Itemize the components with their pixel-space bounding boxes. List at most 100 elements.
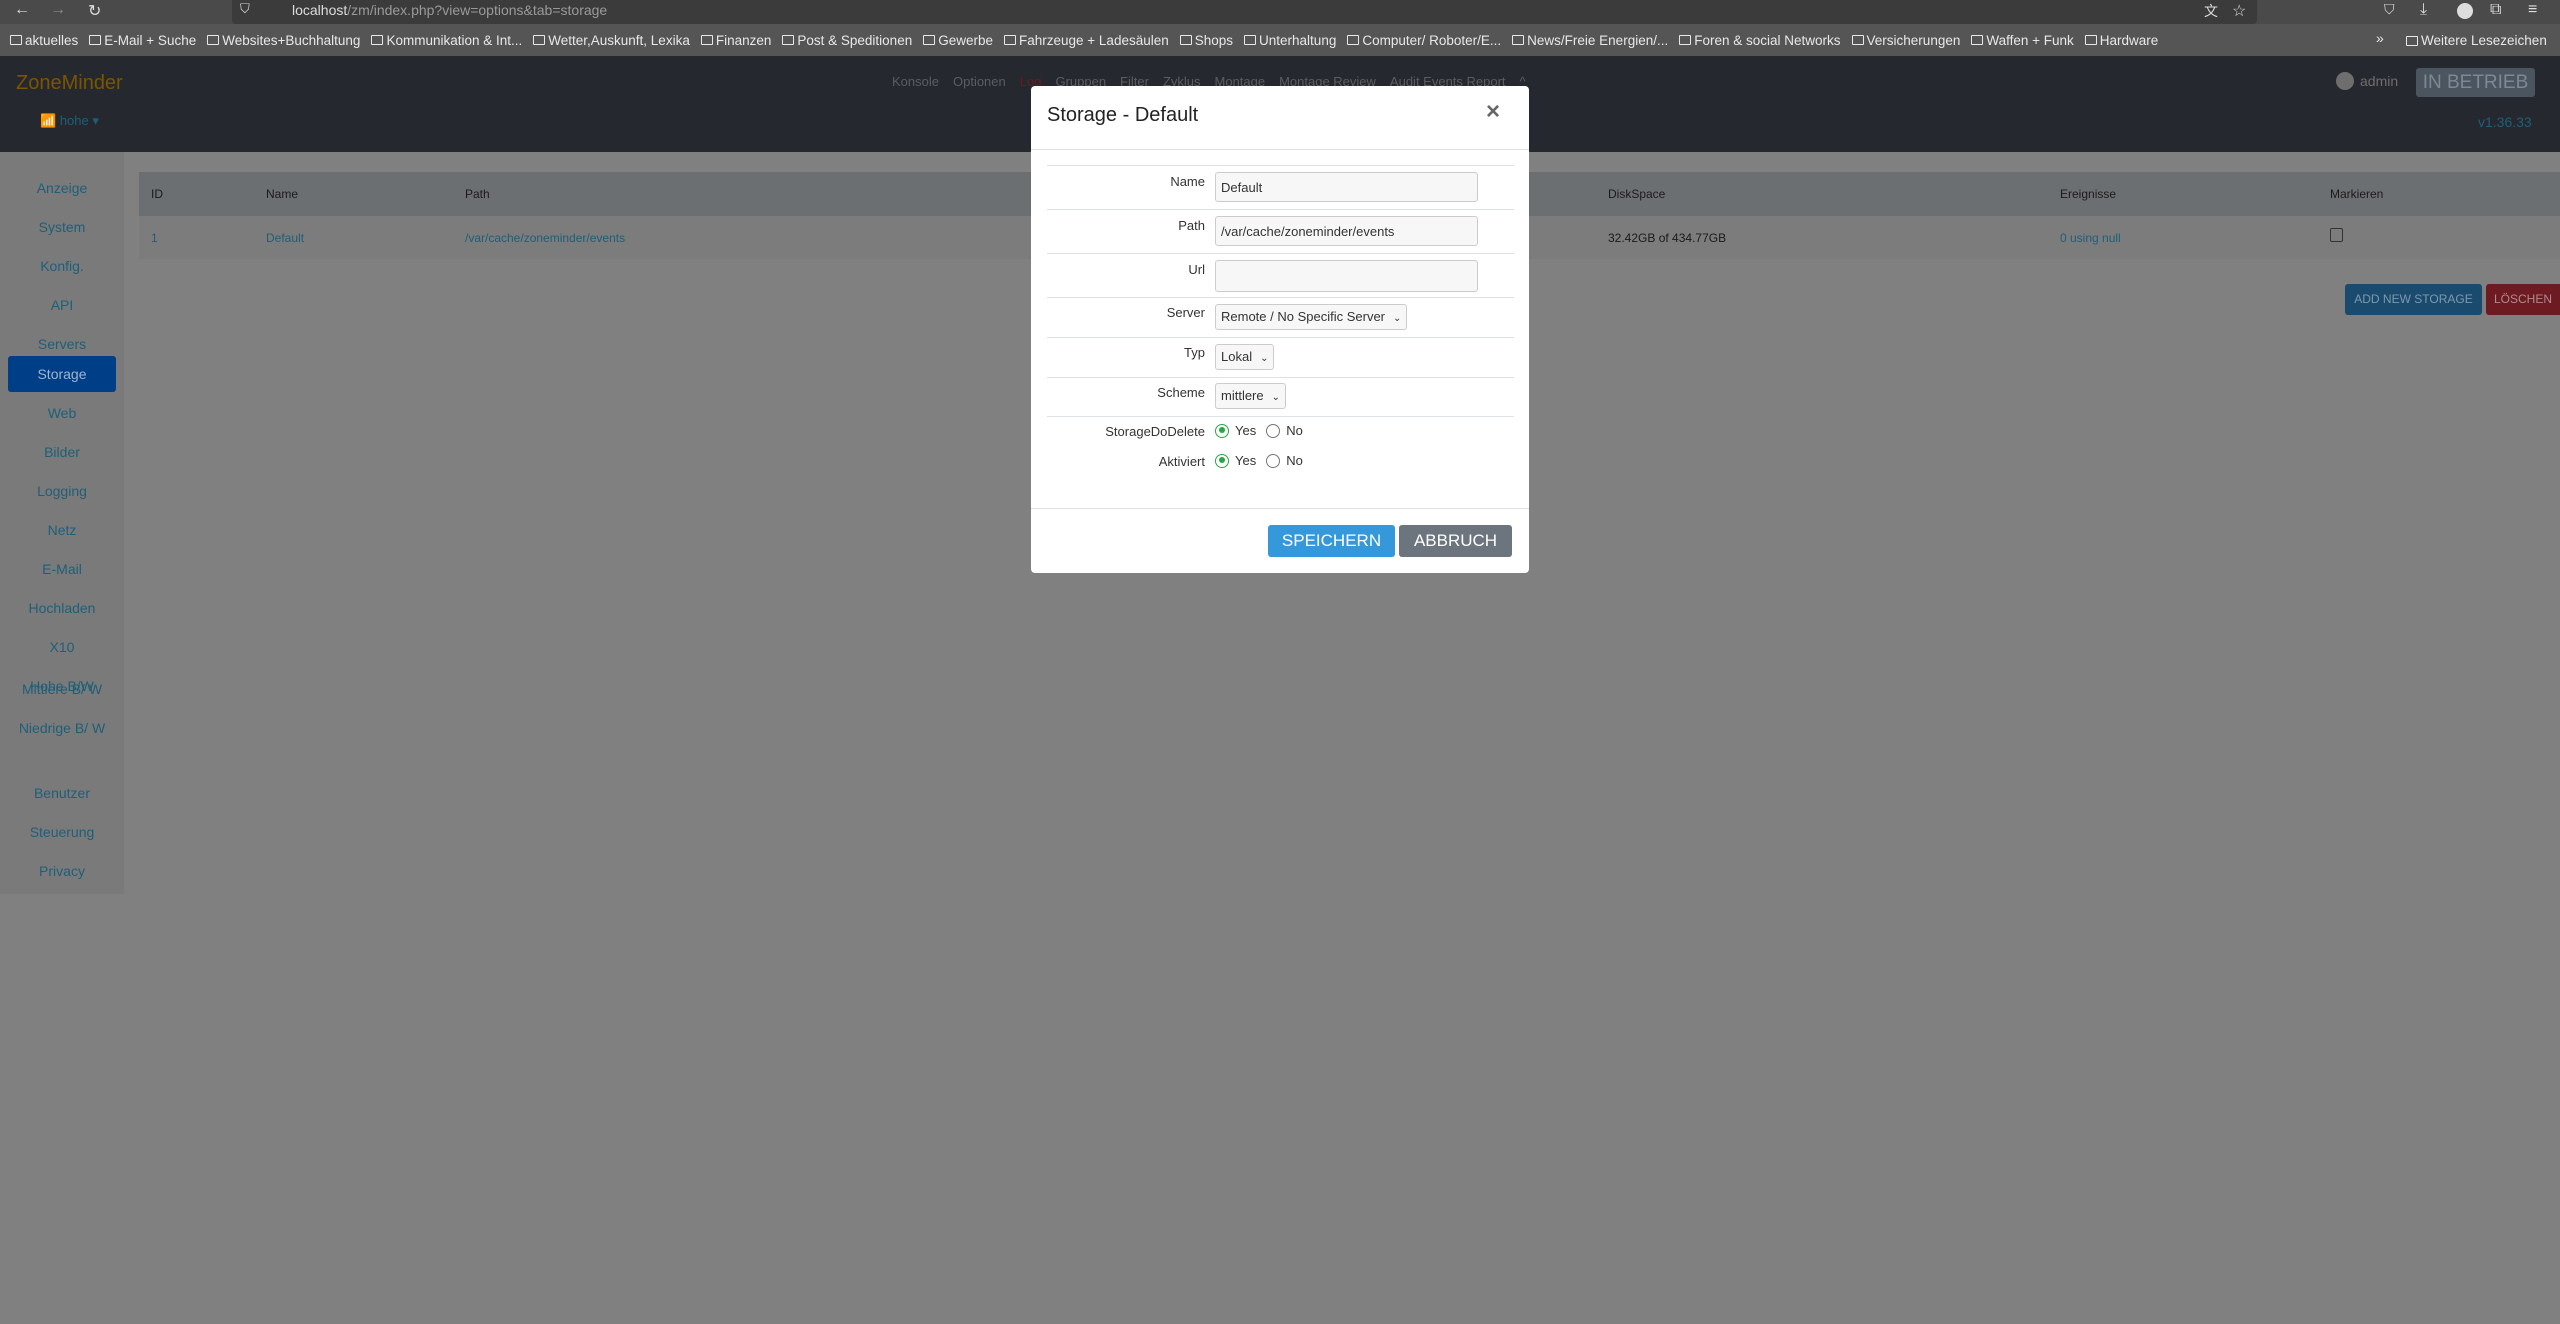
url-bar[interactable]: localhost/zm/index.php?view=options&tab=… bbox=[232, 0, 2257, 24]
divider bbox=[1031, 508, 1529, 509]
col-diskspace[interactable]: DiskSpace bbox=[1608, 187, 1665, 201]
sidebar-item-benutzer[interactable]: Benutzer bbox=[8, 775, 116, 811]
sidebar-item-mittlere-b-w[interactable]: Mittlere B/ W bbox=[8, 678, 116, 718]
divider bbox=[1047, 297, 1514, 298]
sidebar-item-netz[interactable]: Netz bbox=[8, 512, 116, 548]
account-icon[interactable] bbox=[2457, 3, 2473, 19]
sidebar-item-e-mail[interactable]: E-Mail bbox=[8, 551, 116, 587]
cancel-button[interactable]: ABBRUCH bbox=[1399, 525, 1512, 557]
sidebar-item-steuerung[interactable]: Steuerung bbox=[8, 814, 116, 850]
bookmark-item[interactable]: Versicherungen bbox=[1851, 33, 1960, 48]
sidebar-item-storage[interactable]: Storage bbox=[8, 356, 116, 392]
folder-icon bbox=[923, 35, 936, 45]
download-icon[interactable]: ⤓ bbox=[2420, 1, 2427, 19]
sidebar-item-logging[interactable]: Logging bbox=[8, 473, 116, 509]
enabled-yes-radio[interactable] bbox=[1215, 453, 1229, 468]
bookmark-item[interactable]: Fahrzeuge + Ladesäulen bbox=[1004, 33, 1169, 48]
path-label: Path bbox=[1178, 218, 1205, 233]
user-menu[interactable]: admin bbox=[2336, 72, 2398, 90]
sidebar-item-privacy[interactable]: Privacy bbox=[8, 853, 116, 889]
cell-events[interactable]: 0 using null bbox=[2060, 231, 2121, 245]
bookmark-item[interactable]: Kommunikation & Int... bbox=[371, 33, 522, 48]
bookmark-item[interactable]: Waffen + Funk bbox=[1971, 33, 2074, 48]
type-select[interactable]: Lokal ⌄ bbox=[1215, 344, 1275, 370]
forward-icon[interactable]: → bbox=[50, 1, 66, 19]
enabled-radios: Yes No bbox=[1215, 453, 1303, 468]
bookmark-item[interactable]: Unterhaltung bbox=[1244, 33, 1336, 48]
version-link[interactable]: v1.36.33 bbox=[2478, 114, 2532, 130]
col-path[interactable]: Path bbox=[465, 187, 490, 201]
bookmark-item[interactable]: Gewerbe bbox=[923, 33, 993, 48]
server-label: Server bbox=[1166, 305, 1205, 320]
user-icon bbox=[2336, 72, 2354, 90]
sidebar-item-anzeige[interactable]: Anzeige bbox=[8, 170, 116, 206]
shield-icon[interactable]: ⛉ bbox=[240, 1, 250, 17]
divider bbox=[1047, 416, 1514, 417]
bookmark-label: Wetter,Auskunft, Lexika bbox=[548, 32, 690, 48]
cell-id[interactable]: 1 bbox=[151, 231, 158, 245]
bookmark-item[interactable]: Hardware bbox=[2084, 33, 2158, 48]
scheme-label: Scheme bbox=[1157, 385, 1205, 400]
delete-button[interactable]: LÖSCHEN bbox=[2486, 284, 2560, 315]
sidebar-item-x10[interactable]: X10 bbox=[8, 629, 116, 665]
bookmark-item[interactable]: aktuelles bbox=[10, 33, 78, 48]
server-select[interactable]: Remote / No Specific Server ⌄ bbox=[1215, 304, 1408, 330]
bookmark-more[interactable]: Weitere Lesezeichen bbox=[2406, 33, 2547, 48]
save-button[interactable]: SPEICHERN bbox=[1268, 525, 1395, 557]
bookmark-item[interactable]: Websites+Buchhaltung bbox=[207, 33, 360, 48]
url-label: Url bbox=[1188, 262, 1205, 277]
bookmark-item[interactable]: Shops bbox=[1179, 33, 1233, 48]
add-new-storage-button[interactable]: ADD NEW STORAGE bbox=[2345, 284, 2482, 315]
folder-icon bbox=[1679, 35, 1692, 45]
do-delete-yes-radio[interactable] bbox=[1215, 423, 1229, 438]
do-delete-no-radio[interactable] bbox=[1266, 423, 1281, 438]
star-icon[interactable]: ☆ bbox=[2232, 1, 2246, 21]
path-input[interactable] bbox=[1215, 216, 1478, 246]
bookmark-label: Finanzen bbox=[715, 32, 772, 48]
cell-name[interactable]: Default bbox=[266, 231, 304, 245]
nav-item[interactable]: Optionen bbox=[953, 74, 1006, 89]
bandwidth-dropdown[interactable]: 📶 hohe ▾ bbox=[40, 113, 99, 129]
close-icon[interactable]: × bbox=[1486, 98, 1500, 126]
col-mark[interactable]: Markieren bbox=[2330, 187, 2383, 201]
sidebar-item-niedrige-b-w[interactable]: Niedrige B/ W bbox=[8, 717, 116, 757]
bookmark-item[interactable]: Post & Speditionen bbox=[782, 33, 912, 48]
bookmark-item[interactable]: Computer/ Roboter/E... bbox=[1347, 33, 1501, 48]
bookmark-label: Foren & social Networks bbox=[1694, 32, 1841, 48]
back-icon[interactable]: ← bbox=[14, 1, 30, 19]
do-delete-label: StorageDoDelete bbox=[1105, 424, 1205, 439]
bookmark-item[interactable]: Foren & social Networks bbox=[1679, 32, 1841, 48]
cell-diskspace: 32.42GB of 434.77GB bbox=[1608, 231, 1727, 245]
name-input[interactable] bbox=[1215, 172, 1478, 202]
enabled-no-radio[interactable] bbox=[1266, 453, 1281, 468]
url-input[interactable] bbox=[1215, 260, 1478, 292]
pocket-icon[interactable]: ⛉ bbox=[2384, 1, 2395, 18]
sidebar-item-api[interactable]: API bbox=[8, 287, 116, 323]
bookmark-item[interactable]: E-Mail + Suche bbox=[89, 33, 196, 48]
brand-logo[interactable]: ZoneMinder bbox=[16, 72, 123, 95]
bookmark-item[interactable]: Wetter,Auskunft, Lexika bbox=[533, 33, 690, 48]
reload-icon[interactable]: ↻ bbox=[88, 1, 101, 21]
extensions-icon[interactable]: ⧉ bbox=[2490, 1, 2501, 19]
wifi-icon: 📶 bbox=[40, 113, 57, 128]
mark-checkbox[interactable] bbox=[2330, 228, 2343, 242]
scheme-select[interactable]: mittlere ⌄ bbox=[1215, 383, 1287, 409]
sidebar-item-hochladen[interactable]: Hochladen bbox=[8, 590, 116, 626]
translate-icon[interactable]: 文 bbox=[2204, 1, 2218, 21]
bookmark-item[interactable]: News/Freie Energien/... bbox=[1512, 33, 1668, 48]
col-events[interactable]: Ereignisse bbox=[2060, 187, 2116, 201]
sidebar-item-konfig-[interactable]: Konfig. bbox=[8, 248, 116, 284]
bookmark-item[interactable]: Finanzen bbox=[700, 32, 772, 48]
bookmark-label: Unterhaltung bbox=[1259, 32, 1337, 48]
sidebar-item-system[interactable]: System bbox=[8, 209, 116, 245]
sidebar-item-bilder[interactable]: Bilder bbox=[8, 434, 116, 470]
col-name[interactable]: Name bbox=[266, 187, 298, 201]
run-state-button[interactable]: IN BETRIEB bbox=[2416, 68, 2535, 97]
more-chevron-icon[interactable]: » bbox=[2376, 30, 2384, 46]
sidebar-item-web[interactable]: Web bbox=[8, 395, 116, 431]
col-id[interactable]: ID bbox=[151, 187, 163, 201]
bookmark-label: Gewerbe bbox=[938, 32, 993, 48]
menu-icon[interactable]: ≡ bbox=[2528, 1, 2537, 19]
nav-item[interactable]: Konsole bbox=[892, 74, 939, 89]
cell-path[interactable]: /var/cache/zoneminder/events bbox=[465, 231, 625, 245]
